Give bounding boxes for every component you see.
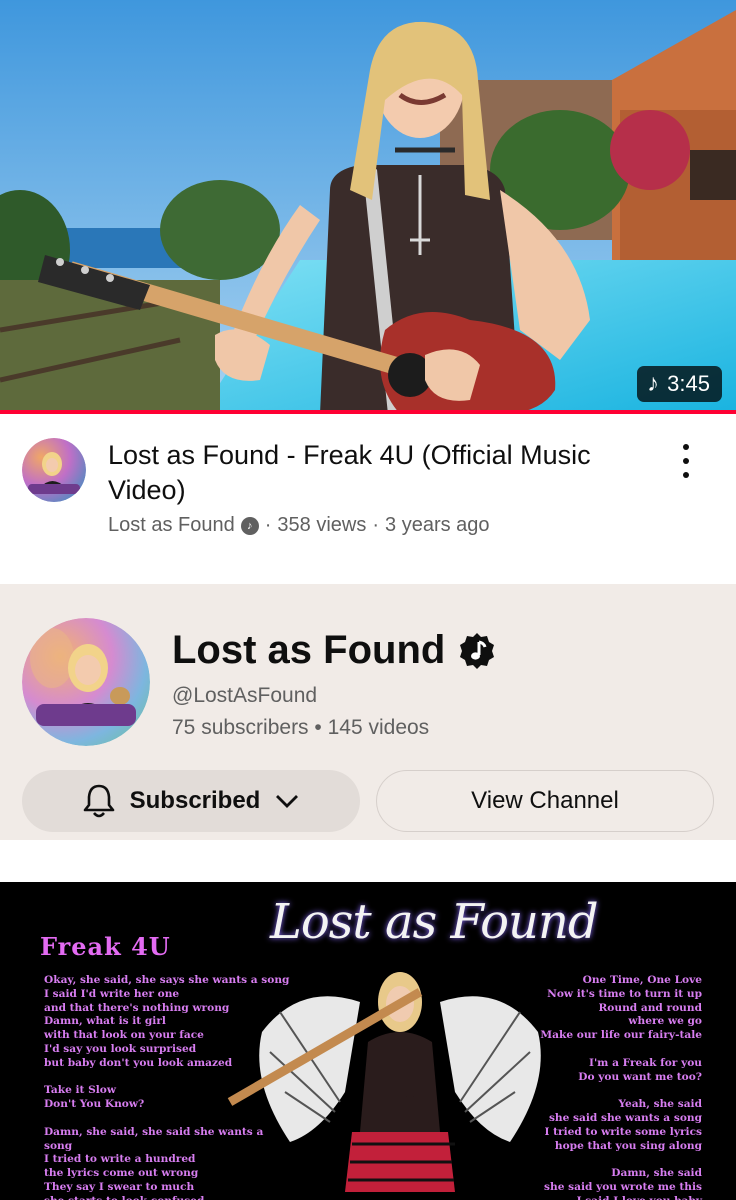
video-title[interactable]: Lost as Found - Freak 4U (Official Music… bbox=[108, 438, 628, 508]
lyric-line bbox=[44, 1112, 294, 1126]
lyric-line: Take it Slow bbox=[44, 1084, 116, 1097]
lyric-line: she said she wants a song bbox=[548, 1111, 702, 1124]
avatar-image bbox=[22, 618, 150, 746]
lyric-line: but baby don't you look amazed bbox=[44, 1056, 233, 1069]
channel-stats: 75 subscribers • 145 videos bbox=[172, 716, 429, 740]
video-meta[interactable]: Lost as Found - Freak 4U (Official Music… bbox=[0, 414, 736, 584]
lyric-line bbox=[44, 1071, 294, 1085]
separator: • bbox=[314, 716, 322, 739]
duration-badge: ♪ 3:45 bbox=[637, 366, 722, 402]
lyric-line: she starts to look confused bbox=[44, 1195, 294, 1200]
lyric-line: I said I'd write her one bbox=[44, 987, 180, 1000]
lyric-line: I'd say you look surprised bbox=[44, 1042, 197, 1055]
lyric-line: with that look on your face bbox=[44, 1029, 204, 1042]
video-thumbnail[interactable]: ♪ 3:45 bbox=[0, 0, 736, 414]
lyrics-left: Okay, she said, she says she wants a son… bbox=[44, 974, 294, 1200]
lyrics-right: One Time, One Love Now it's time to turn … bbox=[502, 974, 702, 1200]
subscribed-label: Subscribed bbox=[129, 787, 261, 814]
view-count: 358 views bbox=[277, 514, 367, 536]
thumbnail-logo: Lost as Found bbox=[270, 894, 599, 950]
lyric-line: I tried to write some lyrics bbox=[544, 1125, 702, 1138]
lyric-line: the lyrics come out wrong bbox=[44, 1167, 199, 1180]
lyric-line: and that there's nothing wrong bbox=[44, 1001, 230, 1014]
duration-text: 3:45 bbox=[667, 371, 710, 396]
thumbnail-title: Freak 4U bbox=[40, 932, 171, 961]
chevron-down-icon bbox=[276, 795, 299, 808]
lyric-line: I said I love you baby bbox=[502, 1195, 702, 1200]
avatar-image bbox=[22, 438, 86, 502]
video-count: 145 videos bbox=[327, 716, 430, 739]
bell-icon bbox=[83, 784, 114, 818]
channel-card: Lost as Found @LostAsFound 75 subscriber… bbox=[0, 584, 736, 840]
lyric-line: Damn, she said, she said she wants a son… bbox=[44, 1125, 264, 1152]
subscriber-count: 75 subscribers bbox=[172, 716, 309, 739]
thumbnail-image bbox=[0, 0, 736, 414]
more-vert-icon[interactable] bbox=[676, 444, 696, 478]
separator: · bbox=[372, 514, 380, 536]
view-channel-button[interactable]: View Channel bbox=[376, 770, 714, 832]
lyric-line: Damn, she said bbox=[611, 1167, 702, 1180]
lyric-line bbox=[502, 1043, 702, 1057]
next-video-thumbnail[interactable]: Freak 4U Lost as Found Okay, she said, s… bbox=[0, 882, 736, 1200]
lyric-line: Now it's time to turn it up bbox=[547, 987, 702, 1000]
separator: · bbox=[264, 514, 272, 536]
channel-handle: @LostAsFound bbox=[172, 684, 318, 707]
lyric-line: Okay, she said, she says she wants a son… bbox=[44, 974, 290, 986]
lyric-line: One Time, One Love bbox=[582, 974, 702, 986]
music-note-icon: ♪ bbox=[647, 370, 660, 397]
lyric-line: she said you wrote me this bbox=[544, 1180, 702, 1193]
music-verified-icon bbox=[460, 632, 495, 669]
subscribed-button[interactable]: Subscribed bbox=[22, 770, 360, 832]
lyric-line: where we go bbox=[628, 1015, 702, 1028]
channel-title[interactable]: Lost as Found bbox=[172, 628, 497, 673]
lyric-line bbox=[502, 1153, 702, 1167]
channel-avatar-large[interactable] bbox=[22, 618, 150, 746]
channel-name[interactable]: Lost as Found bbox=[108, 514, 235, 537]
lyric-line: Do you want me too? bbox=[578, 1070, 702, 1083]
channel-title-text: Lost as Found bbox=[172, 628, 446, 672]
lyric-line: hope that you sing along bbox=[554, 1139, 702, 1152]
channel-avatar[interactable] bbox=[22, 438, 86, 502]
lyric-line: Make our life our fairy-tale bbox=[540, 1029, 702, 1042]
lyric-line: I'm a Freak for you bbox=[588, 1056, 702, 1069]
lyric-line bbox=[502, 1084, 702, 1098]
music-verified-icon: ♪ bbox=[240, 516, 259, 535]
video-subline: Lost as Found ♪ · 358 views · 3 years ag… bbox=[108, 514, 490, 537]
lyric-line: They say I swear to much bbox=[44, 1180, 195, 1193]
lyric-line: I tried to write a hundred bbox=[44, 1153, 196, 1166]
lyric-line: Round and round bbox=[598, 1001, 703, 1014]
upload-age: 3 years ago bbox=[385, 514, 490, 536]
lyric-line: Don't You Know? bbox=[44, 1098, 145, 1111]
lyric-line: Damn, what is it girl bbox=[44, 1015, 166, 1028]
lyric-line: Yeah, she said bbox=[618, 1098, 702, 1111]
